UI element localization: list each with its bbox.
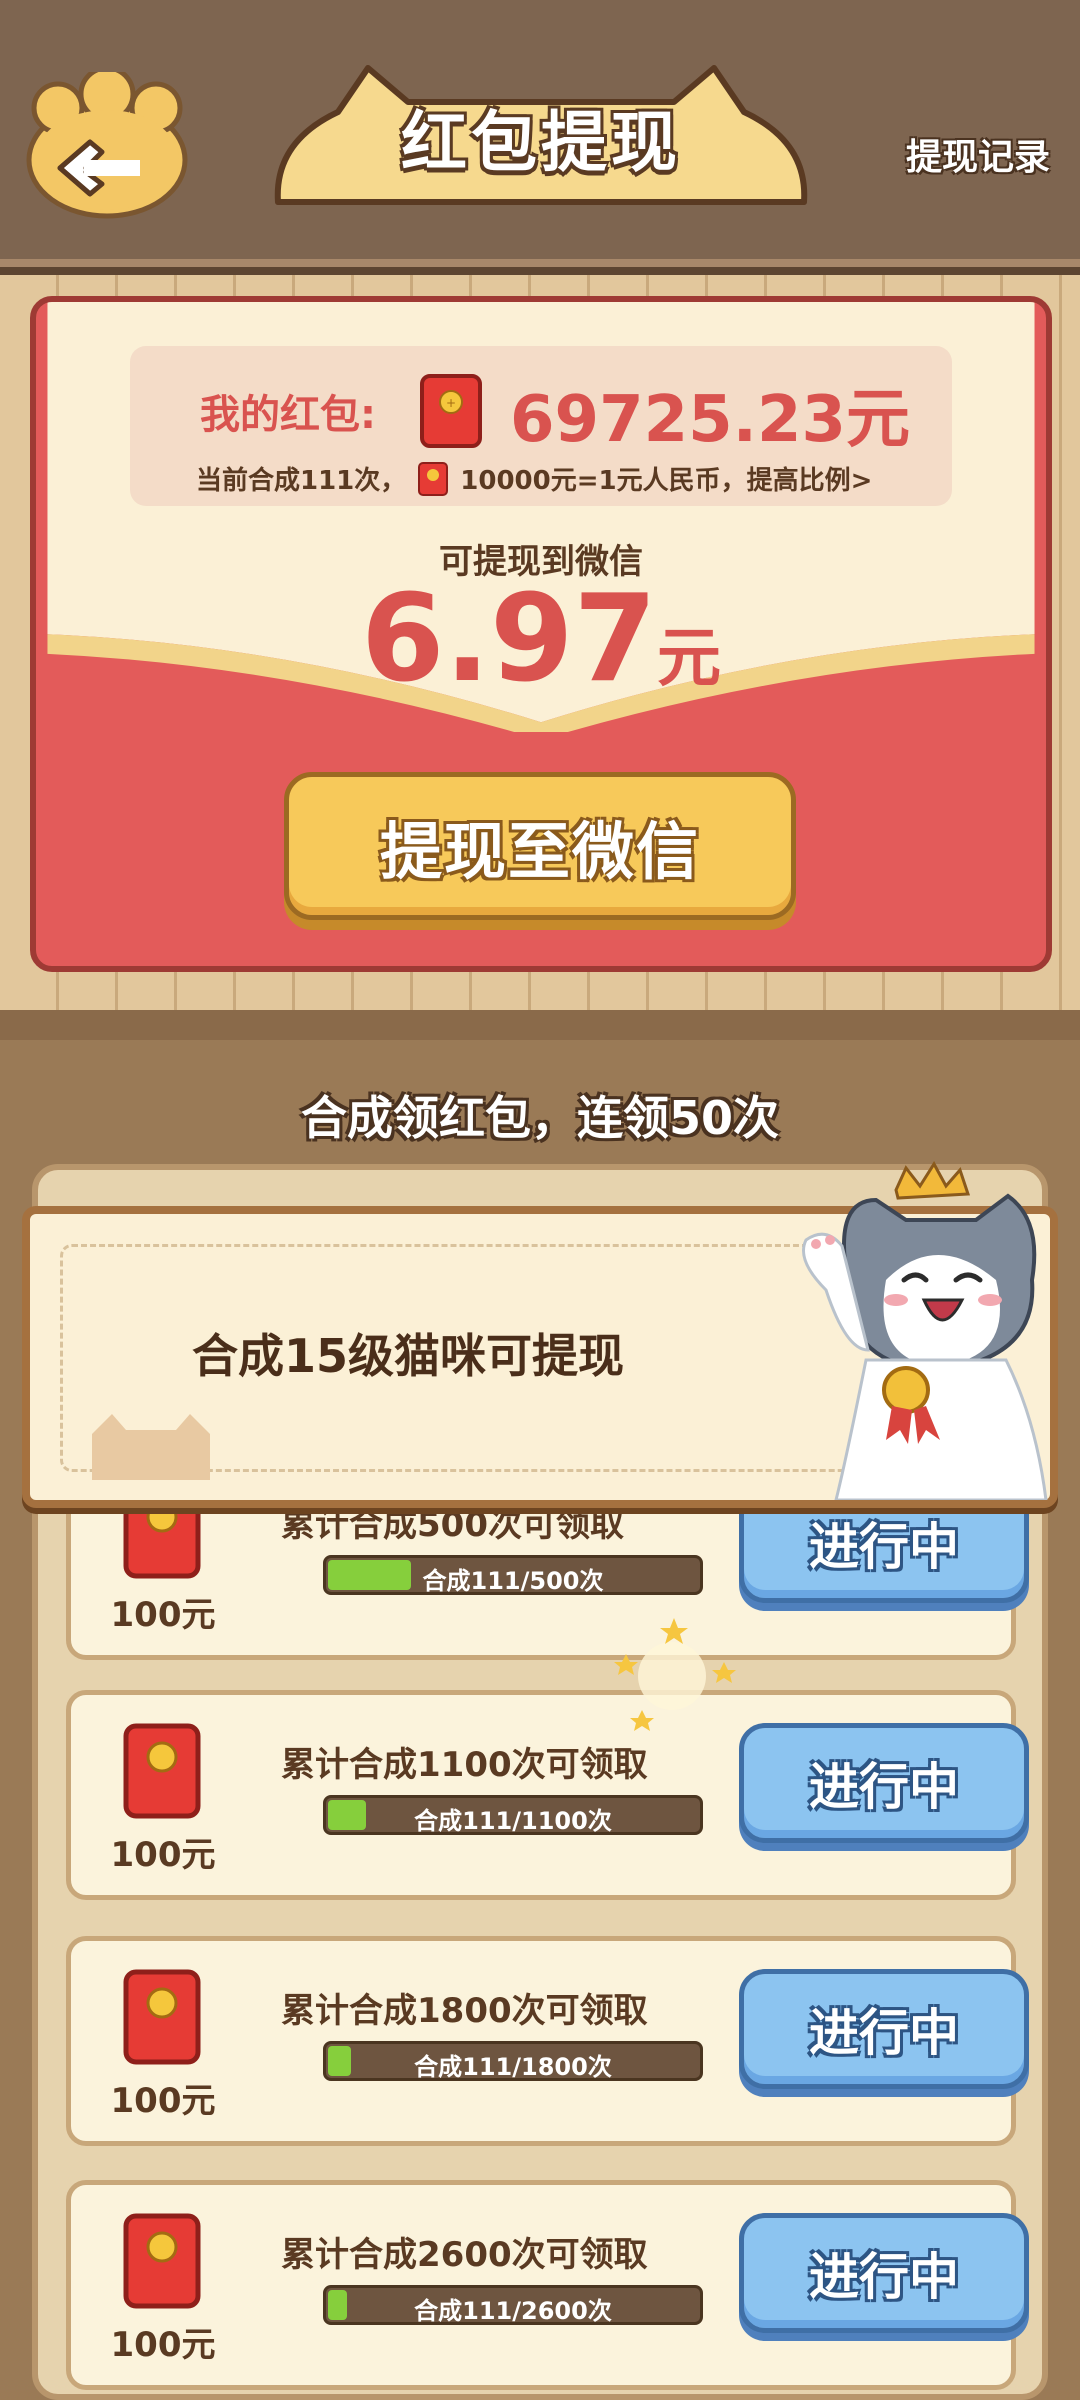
cat-mascot-icon (802, 1161, 1048, 1500)
progress-text: 合成111/1800次 (414, 2053, 612, 2081)
task-reward: 100元 (110, 2081, 216, 2121)
task-status-button[interactable]: 进行中 (739, 1723, 1029, 1843)
back-button[interactable] (18, 72, 196, 222)
task-row: 100元 累计合成2600次可领取 合成111/2600次 进行中 (66, 2180, 1029, 2390)
task-status-button[interactable]: 进行中 (739, 2213, 1029, 2333)
task-row: 100元 累计合成1100次可领取 合成111/1100次 进行中 (66, 1690, 1029, 1900)
svg-text:+: + (446, 396, 456, 410)
task-row: 100元 累计合成1800次可领取 合成111/1800次 进行中 (66, 1936, 1029, 2146)
withdraw-button-label: 提现至微信 (379, 815, 700, 888)
task-status-button[interactable]: 进行中 (739, 1969, 1029, 2089)
wallet-card: 我的红包: + 69725.23元 当前合成111次， 10000元=1元人民币… (30, 296, 1052, 972)
status-label: 进行中 (809, 2004, 959, 2062)
status-label: 进行中 (809, 1758, 959, 1816)
withdraw-record-link[interactable]: 提现记录 (906, 128, 1050, 180)
task-reward: 100元 (110, 1595, 216, 1635)
task-description: 累计合成2600次可领取 (281, 2235, 648, 2275)
cat-silhouette-icon (92, 1414, 210, 1480)
back-arrow-icon (26, 72, 188, 219)
red-packet-icon (123, 1723, 201, 1819)
progress-text: 合成111/1100次 (414, 1807, 612, 1835)
red-packet-icon (123, 1969, 201, 2065)
balance-amount: 69725.23元 (510, 383, 911, 457)
status-label: 进行中 (809, 1518, 959, 1576)
balance-box: 我的红包: + 69725.23元 当前合成111次， 10000元=1元人民币… (130, 346, 952, 506)
progress-text: 合成111/2600次 (414, 2297, 612, 2325)
task-description: 累计合成1800次可领取 (281, 1991, 648, 2031)
header-bar: 红包提现 提现记录 (0, 0, 1080, 275)
red-packet-icon (123, 2213, 201, 2309)
red-packet-small-icon (418, 461, 449, 496)
task-progress-bar: 合成111/2600次 (323, 2285, 703, 2325)
task-progress-bar: 合成111/1100次 (323, 1795, 703, 1835)
task-progress-bar: 合成111/500次 (323, 1555, 703, 1595)
withdraw-amount: 6.97元 (36, 580, 1046, 700)
withdraw-to-wechat-button[interactable]: 提现至微信 (284, 772, 796, 920)
status-label: 进行中 (809, 2248, 959, 2306)
withdraw-unit: 元 (657, 622, 722, 696)
page-title: 红包提现 (401, 104, 681, 181)
sparkle-icon (614, 1618, 736, 1731)
balance-label: 我的红包: (200, 392, 376, 438)
banner-text: 合成15级猫咪可提现 (192, 1329, 625, 1383)
withdraw-value: 6.97 (360, 570, 658, 709)
progress-text: 合成111/500次 (422, 1567, 604, 1595)
task-reward: 100元 (110, 2325, 216, 2365)
exchange-rate-line[interactable]: 当前合成111次， 10000元=1元人民币，提高比例> (196, 460, 872, 497)
task-progress-bar: 合成111/1800次 (323, 2041, 703, 2081)
page-title-plaque: 红包提现 (268, 62, 814, 212)
task-reward: 100元 (110, 1835, 216, 1875)
red-packet-icon: + (420, 374, 482, 448)
rate-text: 10000元=1元人民币，提高比例> (460, 466, 873, 496)
rate-prefix: 当前合成111次， (196, 466, 407, 496)
task-description: 累计合成1100次可领取 (281, 1745, 648, 1785)
tasks-title: 合成领红包，连领50次 (300, 1091, 779, 1145)
